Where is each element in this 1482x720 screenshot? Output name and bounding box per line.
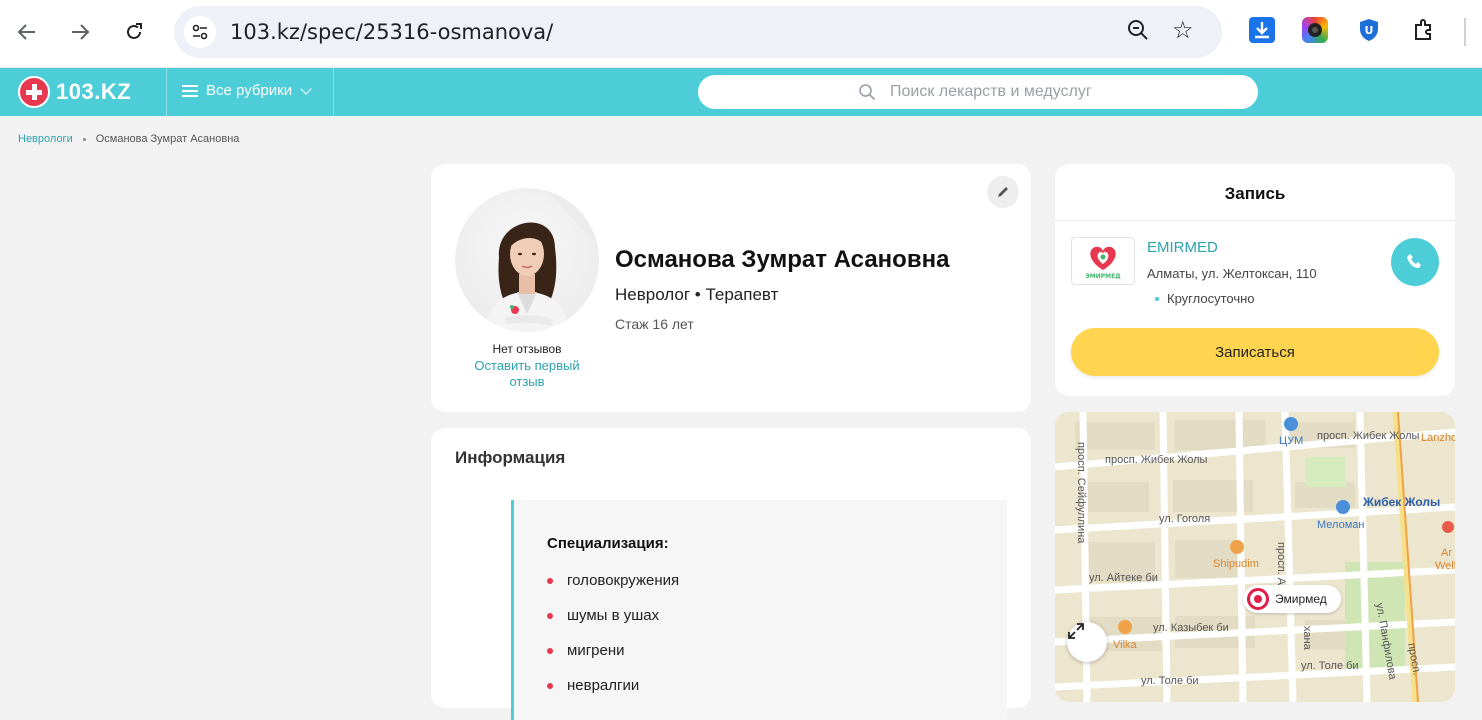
back-arrow-icon[interactable] bbox=[9, 14, 45, 50]
bullet-icon bbox=[547, 578, 553, 584]
booking-title: Запись bbox=[1224, 184, 1286, 203]
street-label: просп. А bbox=[1275, 542, 1287, 586]
list-item-text: головокружения bbox=[567, 572, 680, 589]
search-input[interactable]: Поиск лекарств и медуслуг bbox=[698, 75, 1258, 109]
booking-divider bbox=[1055, 220, 1455, 221]
clinic-logo[interactable]: ЭМИРМЕД bbox=[1071, 237, 1135, 285]
doctor-name: Османова Зумрат Асановна bbox=[615, 246, 950, 273]
all-rubrics-menu[interactable]: Все рубрики bbox=[182, 82, 312, 99]
list-item-text: невралгии bbox=[567, 677, 640, 694]
map-expand-button[interactable] bbox=[1067, 622, 1107, 662]
site-logo[interactable]: 103.KZ bbox=[18, 76, 131, 108]
poi-label[interactable]: Vilka bbox=[1113, 639, 1137, 651]
doctor-avatar bbox=[455, 188, 599, 332]
browser-toolbar: 103.kz/spec/25316-osmanova/ ☆ U bbox=[0, 0, 1482, 68]
leave-first-review-link[interactable]: Оставить первый отзыв bbox=[469, 358, 585, 390]
site-header: 103.KZ Все рубрики Поиск лекарств и меду… bbox=[0, 68, 1482, 116]
extensions-puzzle-icon[interactable] bbox=[1411, 17, 1437, 43]
breadcrumb-separator bbox=[82, 137, 86, 141]
zoom-icon[interactable] bbox=[1126, 18, 1154, 46]
breadcrumb-current: Османова Зумрат Асановна bbox=[95, 133, 240, 145]
header-divider bbox=[166, 68, 167, 116]
search-icon bbox=[858, 83, 876, 106]
street-label: ул. Казыбек би bbox=[1153, 622, 1229, 634]
street-label: ул. Толе би bbox=[1301, 660, 1359, 672]
information-title: Информация bbox=[455, 448, 566, 467]
list-item-text: шумы в ушах bbox=[567, 607, 660, 624]
street-label: ул. Гоголя bbox=[1159, 513, 1211, 525]
search-placeholder: Поиск лекарств и медуслуг bbox=[890, 83, 1092, 100]
list-item-text: мигрени bbox=[567, 642, 625, 659]
clinic-name-link[interactable]: EMIRMED bbox=[1147, 239, 1218, 256]
bullet-icon bbox=[547, 683, 553, 689]
hamburger-icon bbox=[182, 84, 198, 97]
clinic-hours: Круглосуточно bbox=[1155, 291, 1255, 306]
no-reviews-text: Нет отзывов bbox=[492, 342, 562, 356]
chevron-down-icon bbox=[300, 82, 312, 95]
logo-text: 103.KZ bbox=[56, 79, 132, 104]
camera-extension-icon[interactable] bbox=[1302, 17, 1328, 43]
toolbar-divider bbox=[1464, 18, 1466, 46]
specialization-title: Специализация: bbox=[547, 535, 669, 552]
status-dot-icon bbox=[1155, 296, 1159, 301]
book-appointment-button[interactable]: Записаться bbox=[1071, 328, 1439, 376]
rubrics-label: Все рубрики bbox=[206, 82, 293, 99]
edit-button[interactable] bbox=[987, 176, 1019, 208]
bookmark-star-icon[interactable]: ☆ bbox=[1172, 16, 1194, 45]
poi-label[interactable]: Жибек Жолы bbox=[1363, 495, 1440, 509]
doctor-profile-card: Нет отзывов Оставить первый отзыв Османо… bbox=[431, 164, 1031, 412]
street-label: просп. Сейфуллина bbox=[1075, 442, 1087, 544]
bullet-icon bbox=[547, 613, 553, 619]
shield-extension-icon[interactable]: U bbox=[1356, 17, 1382, 43]
svg-text:U: U bbox=[1365, 24, 1374, 37]
clinic-hours-text: Круглосуточно bbox=[1167, 291, 1255, 306]
reload-icon[interactable] bbox=[116, 14, 152, 50]
site-settings-icon[interactable] bbox=[184, 16, 216, 48]
poi-label[interactable]: ЦУМ bbox=[1279, 435, 1303, 447]
list-item: шумы в ушах bbox=[547, 607, 679, 642]
url-text[interactable]: 103.kz/spec/25316-osmanova/ bbox=[230, 20, 553, 44]
doctor-experience: Стаж 16 лет bbox=[615, 316, 694, 332]
poi-label[interactable]: Shipudim bbox=[1213, 558, 1259, 570]
call-button[interactable] bbox=[1391, 238, 1439, 286]
street-label: просп. Жибек Жолы bbox=[1317, 430, 1420, 442]
list-item: мигрени bbox=[547, 642, 679, 677]
street-label: хана bbox=[1301, 626, 1313, 650]
street-label: ул. Толе би bbox=[1141, 675, 1199, 687]
address-bar[interactable]: 103.kz/spec/25316-osmanova/ ☆ bbox=[174, 6, 1222, 58]
list-item: головокружения bbox=[547, 572, 679, 607]
specialization-box: Специализация: головокружения шумы в уша… bbox=[511, 500, 1007, 720]
clinic-map-marker[interactable]: Эмирмед bbox=[1243, 585, 1341, 613]
poi-label[interactable]: Lanzho bbox=[1421, 432, 1455, 444]
poi-label[interactable]: Wellne bbox=[1435, 560, 1455, 572]
red-cross-icon bbox=[18, 76, 50, 108]
phone-icon bbox=[1407, 254, 1421, 268]
doctor-specialties: Невролог • Терапевт bbox=[615, 285, 779, 304]
bullet-icon bbox=[547, 648, 553, 654]
location-pin-icon bbox=[1247, 588, 1269, 610]
pencil-icon bbox=[998, 187, 1008, 197]
list-item: невралгии bbox=[547, 677, 679, 712]
download-extension-icon[interactable] bbox=[1249, 17, 1275, 43]
breadcrumb: Неврологи Османова Зумрат Асановна bbox=[18, 133, 239, 145]
booking-card: Запись ЭМИРМЕД EMIRMED Алматы, ул. Желто… bbox=[1055, 164, 1455, 396]
poi-label[interactable]: Ar bbox=[1441, 547, 1452, 559]
street-label: просп. Жибек Жолы bbox=[1105, 454, 1208, 466]
street-label: ул. Айтеке би bbox=[1089, 572, 1158, 584]
expand-arrows-icon bbox=[1068, 623, 1084, 639]
header-divider bbox=[333, 68, 334, 116]
clinic-address: Алматы, ул. Желтоксан, 110 bbox=[1147, 266, 1317, 281]
poi-label[interactable]: Меломан bbox=[1317, 519, 1364, 531]
breadcrumb-neurologists-link[interactable]: Неврологи bbox=[18, 133, 73, 145]
forward-arrow-icon[interactable] bbox=[62, 14, 98, 50]
information-card: Информация Специализация: головокружения… bbox=[431, 428, 1031, 720]
clinic-logo-text: ЭМИРМЕД bbox=[1085, 273, 1120, 280]
marker-label: Эмирмед bbox=[1275, 592, 1327, 606]
specialization-list: головокружения шумы в ушах мигрени невра… bbox=[547, 572, 679, 712]
clinic-map[interactable]: просп. Жибек Жолы просп. Жибек Жолы ул. … bbox=[1055, 412, 1455, 702]
